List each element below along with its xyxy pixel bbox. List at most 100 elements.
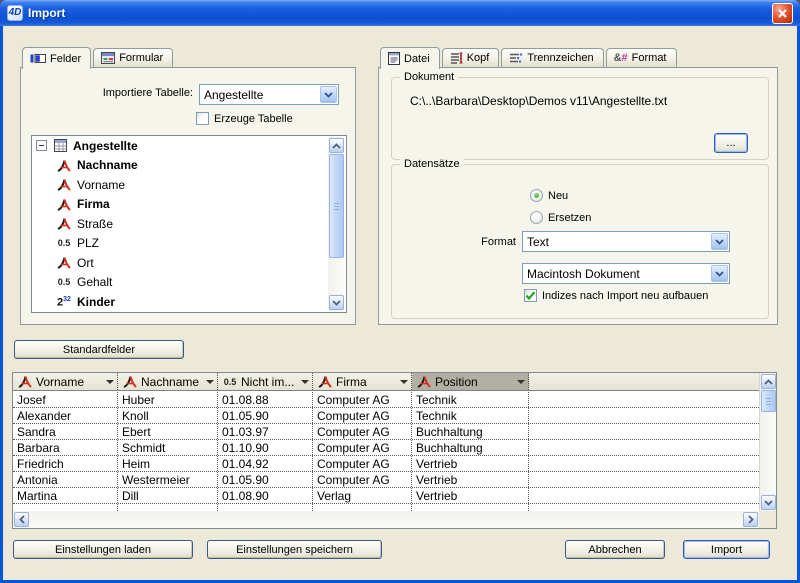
table-row[interactable]: SandraEbert01.03.97Computer AGBuchhaltun…: [13, 424, 759, 440]
tree-item-vorname[interactable]: Vorname: [32, 175, 346, 195]
scroll-right-button[interactable]: [743, 512, 758, 527]
column-menu-arrow-icon[interactable]: [400, 380, 408, 384]
tree-item-ort[interactable]: Ort: [32, 253, 346, 273]
column-header-nachname[interactable]: Nachname: [118, 373, 218, 390]
column-menu-arrow-icon[interactable]: [206, 380, 214, 384]
tab-trennzeichen[interactable]: Trennzeichen: [501, 48, 603, 67]
column-header-position[interactable]: Position: [412, 373, 529, 390]
table-row[interactable]: AlexanderKnoll01.05.90Computer AGTechnik: [13, 408, 759, 424]
fields-icon: [30, 53, 46, 64]
rebuild-indexes-checkbox[interactable]: [524, 289, 537, 302]
table-cell: Schmidt: [118, 440, 218, 455]
table-row[interactable]: BarbaraSchmidt01.10.90Computer AGBuchhal…: [13, 440, 759, 456]
alpha-field-icon: [416, 375, 432, 388]
radio-neu[interactable]: [530, 189, 543, 202]
felder-tab-page: Importiere Tabelle: Angestellte Erzeuge …: [20, 67, 356, 325]
import-table-select[interactable]: Angestellte: [199, 84, 339, 105]
tab-formular[interactable]: Formular: [93, 48, 173, 67]
import-button[interactable]: Import: [683, 540, 770, 559]
table-cell: Ebert: [118, 424, 218, 439]
left-tab-bar: FelderFormular: [22, 46, 175, 68]
table-cell: Knoll: [118, 408, 218, 423]
field-tree[interactable]: AngestellteNachnameVornameFirmaStraße0.5…: [31, 135, 347, 313]
table-cell: 01.08.88: [218, 392, 313, 407]
close-button[interactable]: [772, 3, 793, 24]
scroll-down-button[interactable]: [329, 295, 344, 310]
table-cell: Buchhaltung: [412, 424, 529, 439]
column-header-vorname[interactable]: Vorname: [13, 373, 118, 390]
collapse-box-icon[interactable]: [36, 140, 47, 151]
scrollbar-thumb[interactable]: [761, 390, 776, 412]
table-icon: [51, 139, 69, 152]
table-row[interactable]: MartinaDill01.08.90VerlagVertrieb: [13, 488, 759, 504]
column-menu-arrow-icon[interactable]: [301, 380, 309, 384]
scroll-down-button[interactable]: [761, 495, 776, 510]
table-row[interactable]: FriedrichHeim01.04.92Computer AGVertrieb: [13, 456, 759, 472]
table-cell: Sandra: [13, 424, 118, 439]
tree-root-row[interactable]: Angestellte: [32, 136, 346, 156]
scroll-up-button[interactable]: [329, 138, 344, 153]
titlebar[interactable]: 4D Import: [0, 0, 800, 26]
load-settings-button[interactable]: Einstellungen laden: [13, 540, 193, 559]
alpha-field-icon: [55, 217, 73, 230]
tree-item-kinder[interactable]: 232 Kinder: [32, 292, 346, 312]
scroll-up-button[interactable]: [761, 374, 776, 389]
tab-kopf[interactable]: Kopf: [442, 48, 500, 67]
table-cell: Alexander: [13, 408, 118, 423]
chevron-down-icon[interactable]: [711, 233, 728, 250]
table-cell: Vertrieb: [412, 472, 529, 487]
table-row[interactable]: JosefHuber01.08.88Computer AGTechnik: [13, 392, 759, 408]
tree-vertical-scrollbar[interactable]: [328, 137, 345, 311]
tab-felder[interactable]: Felder: [22, 47, 91, 69]
tree-item-stra-e[interactable]: Straße: [32, 214, 346, 234]
chevron-down-icon[interactable]: [711, 265, 728, 282]
tree-item-plz[interactable]: 0.5PLZ: [32, 234, 346, 254]
chevron-down-icon[interactable]: [320, 86, 337, 103]
scroll-left-button[interactable]: [14, 512, 29, 527]
alpha-field-icon: [55, 159, 73, 172]
tree-item-position[interactable]: Position: [32, 312, 346, 314]
table-cell: Computer AG: [313, 392, 412, 407]
dokument-group-title: Dokument: [400, 71, 458, 83]
table-cell: Josef: [13, 392, 118, 407]
tree-item-gehalt[interactable]: 0.5Gehalt: [32, 273, 346, 293]
standard-fields-button[interactable]: Standardfelder: [14, 340, 184, 359]
integer-field-icon: 232: [55, 295, 73, 308]
tab-label: Kopf: [467, 52, 490, 64]
number-field-icon: 0.5: [222, 377, 238, 387]
tab-label: Datei: [404, 53, 430, 65]
column-menu-arrow-icon[interactable]: [106, 380, 114, 384]
tree-item-firma[interactable]: Firma: [32, 195, 346, 215]
number-field-icon: 0.5: [55, 277, 73, 287]
tree-item-nachname[interactable]: Nachname: [32, 156, 346, 176]
header-lines-icon: [450, 52, 463, 64]
radio-ersetzen[interactable]: [530, 211, 543, 224]
tab-datei[interactable]: Datei: [380, 47, 440, 69]
table-vertical-scrollbar[interactable]: [759, 373, 776, 511]
cancel-button[interactable]: Abbrechen: [565, 540, 665, 559]
table-cell: Computer AG: [313, 472, 412, 487]
browse-button[interactable]: ...: [714, 133, 748, 153]
import-table-label: Importiere Tabelle:: [51, 87, 193, 99]
tab-label: Trennzeichen: [527, 52, 593, 64]
tree-item-label: Kinder: [77, 295, 115, 309]
column-header-nicht-im[interactable]: 0.5Nicht im...: [218, 373, 313, 390]
column-menu-arrow-icon[interactable]: [517, 380, 525, 384]
table-cell: Dill: [118, 488, 218, 503]
create-table-checkbox[interactable]: [196, 112, 209, 125]
table-horizontal-scrollbar[interactable]: [13, 511, 759, 528]
save-settings-button[interactable]: Einstellungen speichern: [207, 540, 382, 559]
document-type-select[interactable]: Macintosh Dokument: [522, 263, 730, 284]
dokument-group: Dokument C:\..\Barbara\Desktop\Demos v11…: [391, 77, 769, 160]
radio-row-neu: Neu: [530, 189, 568, 202]
scrollbar-thumb[interactable]: [329, 154, 344, 258]
format-select[interactable]: Text: [522, 231, 730, 252]
table-cell: Technik: [412, 408, 529, 423]
datensaetze-group: Datensätze Neu Ersetzen Format Text: [391, 164, 769, 319]
check-icon: [525, 290, 536, 301]
document-type-value: Macintosh Dokument: [527, 267, 640, 281]
column-header-firma[interactable]: Firma: [313, 373, 412, 390]
tree-item-label: Nachname: [77, 158, 138, 172]
table-row[interactable]: AntoniaWestermeier01.05.90Computer AGVer…: [13, 472, 759, 488]
tab-format[interactable]: &#Format: [606, 48, 677, 67]
